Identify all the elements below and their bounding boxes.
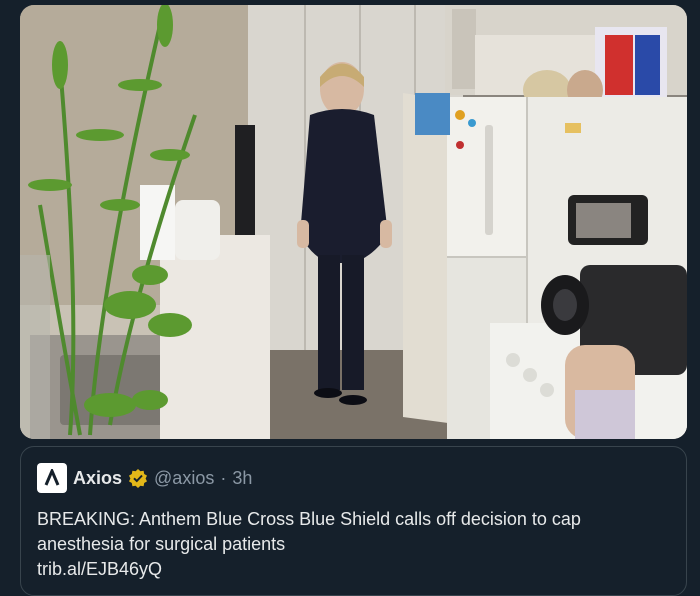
tweet-timestamp[interactable]: 3h bbox=[232, 468, 252, 489]
quoted-tweet-text: BREAKING: Anthem Blue Cross Blue Shield … bbox=[37, 509, 581, 554]
kitchen-photo-image bbox=[20, 5, 687, 439]
author-handle[interactable]: @axios bbox=[154, 468, 214, 489]
separator-dot: · bbox=[220, 467, 227, 488]
quoted-tweet-card[interactable]: Axios @axios · 3h BREAKING: Anthem Blue … bbox=[20, 446, 687, 596]
quoted-tweet-header: Axios @axios · 3h bbox=[37, 463, 252, 493]
quoted-tweet-text-block: BREAKING: Anthem Blue Cross Blue Shield … bbox=[37, 507, 667, 582]
author-name[interactable]: Axios bbox=[73, 468, 122, 489]
verified-badge-icon bbox=[128, 468, 148, 488]
quoted-tweet-link[interactable]: trib.al/EJB46yQ bbox=[37, 557, 667, 582]
axios-logo-icon[interactable] bbox=[37, 463, 67, 493]
tweet-photo[interactable] bbox=[20, 5, 687, 439]
